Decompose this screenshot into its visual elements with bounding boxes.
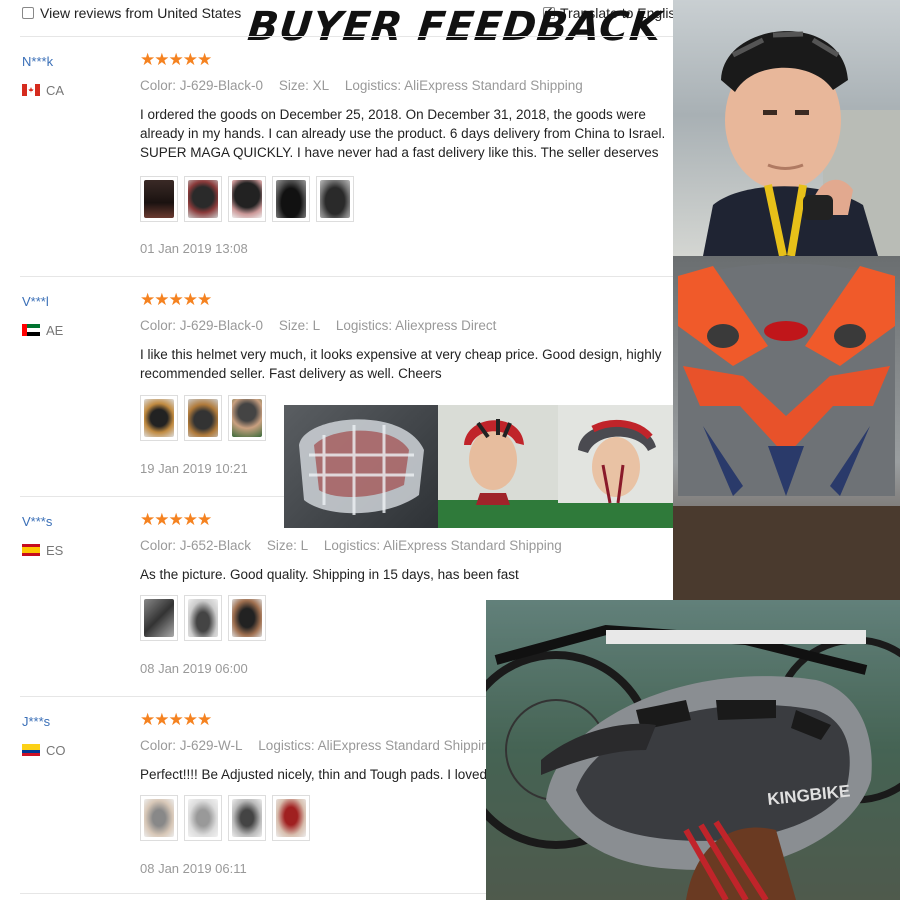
reviewer-name[interactable]: V***l: [22, 294, 49, 309]
review-meta: Color: J-629-Black-0 Size: L Logistics: …: [140, 318, 508, 333]
review-photo-thumbnail[interactable]: [140, 176, 178, 222]
star-rating: ★★★★★: [140, 290, 212, 309]
review-date: 01 Jan 2019 13:08: [140, 241, 248, 256]
review-date: 08 Jan 2019 06:00: [140, 661, 248, 676]
review-photo-thumbnail[interactable]: [140, 595, 178, 641]
size-value: Size: L: [266, 538, 309, 553]
logistics-value: Logistics: AliExpress Standard Shipping: [258, 738, 497, 753]
review-thumbnails: [140, 795, 310, 841]
review-photo-thumbnail[interactable]: [184, 795, 222, 841]
country-code: CA: [46, 83, 65, 98]
review-thumbnails: [140, 595, 266, 641]
review-thumbnails: [140, 176, 354, 222]
color-value: Color: J-629-Black-0: [140, 318, 264, 333]
customer-photo-man-helmet: [673, 0, 900, 256]
review-photo-thumbnail[interactable]: [140, 795, 178, 841]
color-value: Color: J-629-Black-0: [140, 78, 264, 93]
flag-uae-icon: [22, 324, 40, 336]
country-code: ES: [46, 543, 64, 558]
reviewer-name[interactable]: N***k: [22, 54, 53, 69]
logistics-value: Logistics: AliExpress Standard Shipping: [344, 78, 583, 93]
color-value: Color: J-652-Black: [140, 538, 252, 553]
logistics-value: Logistics: AliExpress Standard Shipping: [323, 538, 562, 553]
reviewer-country: AE: [22, 323, 63, 338]
review-text: I ordered the goods on December 25, 2018…: [140, 107, 666, 160]
review-photo-thumbnail[interactable]: [228, 595, 266, 641]
country-code: AE: [46, 323, 64, 338]
view-reviews-label: View reviews from United States: [40, 5, 242, 21]
review-photo-thumbnail[interactable]: [228, 176, 266, 222]
review-thumbnails: [140, 395, 266, 441]
review-photo-thumbnail[interactable]: [184, 176, 222, 222]
star-rating: ★★★★★: [140, 510, 212, 529]
review-photo-thumbnail[interactable]: [316, 176, 354, 222]
review-photo-thumbnail[interactable]: [228, 795, 266, 841]
logistics-value: Logistics: Aliexpress Direct: [335, 318, 497, 333]
review-photo-thumbnail[interactable]: [272, 795, 310, 841]
helmet-closeup-photo: [673, 256, 900, 600]
view-reviews-checkbox[interactable]: [22, 7, 34, 19]
divider: [20, 276, 680, 277]
review-date: 19 Jan 2019 10:21: [140, 461, 248, 476]
size-value: Size: XL: [278, 78, 330, 93]
man-side-helmet-photo: [558, 405, 673, 528]
review-photo-thumbnail[interactable]: [228, 395, 266, 441]
review-photo-thumbnail[interactable]: [184, 595, 222, 641]
man-front-helmet-photo: [438, 405, 558, 528]
review-meta: Color: J-652-Black Size: L Logistics: Al…: [140, 538, 574, 553]
review-text: I like this helmet very much, it looks e…: [140, 347, 662, 381]
review-meta: Color: J-629-Black-0 Size: XL Logistics:…: [140, 78, 595, 93]
kingbike-helmet-photo: KINGBIKE: [486, 600, 900, 900]
bubble-wrap-photo: [284, 405, 438, 528]
review-photo-thumbnail[interactable]: [272, 176, 310, 222]
size-value: Size: L: [278, 318, 321, 333]
review-date: 08 Jan 2019 06:11: [140, 861, 247, 876]
reviewer-name[interactable]: J***s: [22, 714, 50, 729]
reviewer-country: ES: [22, 543, 63, 558]
page-title: BUYER FEEDBACK: [245, 4, 665, 50]
star-rating: ★★★★★: [140, 50, 212, 69]
reviewer-country: CA: [22, 83, 64, 98]
review-text: As the picture. Good quality. Shipping i…: [140, 567, 519, 582]
flag-colombia-icon: [22, 744, 40, 756]
flag-canada-icon: [22, 84, 40, 96]
country-code: CO: [46, 743, 66, 758]
flag-spain-icon: [22, 544, 40, 556]
divider: [20, 36, 680, 37]
color-value: Color: J-629-W-L: [140, 738, 243, 753]
star-rating: ★★★★★: [140, 710, 212, 729]
review-photo-thumbnail[interactable]: [184, 395, 222, 441]
reviewer-country: CO: [22, 743, 66, 758]
review-meta: Color: J-629-W-L Logistics: AliExpress S…: [140, 738, 508, 753]
reviewer-name[interactable]: V***s: [22, 514, 52, 529]
review-photo-thumbnail[interactable]: [140, 395, 178, 441]
